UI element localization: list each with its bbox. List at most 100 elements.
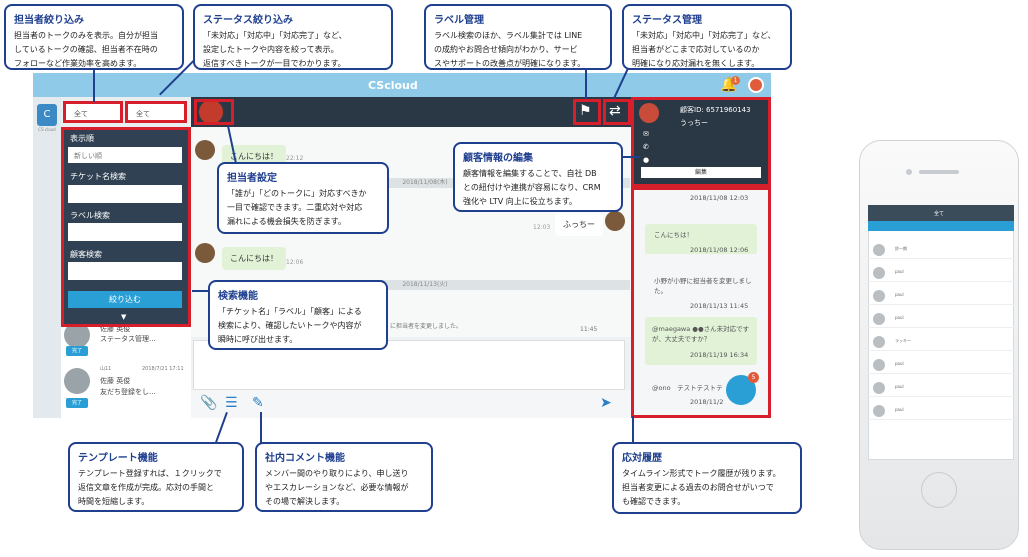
phone-row[interactable] bbox=[868, 288, 1014, 305]
phone-row-avatar bbox=[873, 359, 885, 371]
callout-body: 「チケット名」「ラベル」「顧客」による 検索により、確認したいトークや内容が 瞬… bbox=[218, 307, 362, 344]
phone-row-name: paul bbox=[895, 384, 904, 389]
callout-title: ステータス絞り込み bbox=[203, 15, 293, 26]
callout-search-func: 検索機能 「チケット名」「ラベル」「顧客」による 検索により、確認したいトークや… bbox=[208, 280, 388, 350]
callout-body: 担当者のトークのみを表示。自分が担当 しているトークの確認、担当者不在時の フォ… bbox=[14, 31, 158, 68]
attach-icon[interactable]: 📎 bbox=[200, 395, 217, 411]
phone-camera bbox=[906, 169, 912, 175]
callout-status-mgmt: ステータス管理 「未対応」「対応中」「対応完了」など、 担当者がどこまで応対して… bbox=[622, 4, 792, 70]
phone-row-name: 鈴一朗 bbox=[895, 246, 907, 251]
customer-avatar bbox=[639, 103, 659, 123]
history-text: 小野が小野に担当者を変更しました。 bbox=[654, 277, 752, 296]
history-text: こんにちは！ bbox=[654, 231, 693, 239]
phone-row[interactable] bbox=[868, 265, 1014, 282]
phone-row-name: paul bbox=[895, 407, 904, 412]
assignee-highlight bbox=[194, 99, 234, 125]
callout-title: ステータス管理 bbox=[632, 15, 702, 26]
assignee-filter-select[interactable]: 全て bbox=[63, 101, 123, 123]
callout-tail bbox=[622, 156, 640, 158]
customer-search-input[interactable] bbox=[68, 262, 182, 280]
phone-row[interactable] bbox=[868, 311, 1014, 328]
ticket-status-badge[interactable]: 完了 bbox=[66, 346, 88, 356]
ticket-status-badge[interactable]: 完了 bbox=[66, 398, 88, 408]
ticket-name: 佐藤 英俊 bbox=[100, 377, 131, 385]
phone-row-avatar bbox=[873, 267, 885, 279]
nav-logo-icon[interactable]: C bbox=[37, 104, 57, 126]
phone-row[interactable] bbox=[868, 403, 1014, 420]
history-time: 2018/11/2 bbox=[690, 398, 724, 406]
phone-row-name: paul bbox=[895, 315, 904, 320]
phone-row-avatar bbox=[873, 244, 885, 256]
customer-id: 顧客ID: 6571960143 bbox=[680, 106, 751, 114]
callout-customer-edit: 顧客情報の編集 顧客情報を編集することで、自社 DB との紐付けや連携が容易にな… bbox=[453, 142, 623, 212]
filter-submit-button[interactable]: 絞り込む bbox=[68, 291, 182, 308]
customer-name: うっちー bbox=[680, 119, 708, 127]
system-message-time: 11:45 bbox=[580, 326, 598, 333]
phone-home-button[interactable] bbox=[921, 472, 957, 508]
callout-comment-func: 社内コメント機能 メンバー間のやり取りにより、申し送り やエスカレーションなど、… bbox=[255, 442, 433, 512]
callout-body: 「未対応」「対応中」「対応完了」など、 設定したトークや内容を絞って表示。 返信… bbox=[203, 31, 347, 68]
callout-body: ラベル検索のほか、ラベル集計では LINE の成約やお問合せ傾向がわかり、サービ… bbox=[434, 31, 586, 68]
collapse-caret-icon[interactable]: ▼ bbox=[121, 313, 126, 321]
message-time: 12:03 bbox=[533, 224, 551, 231]
phone-row-avatar bbox=[873, 313, 885, 325]
message-avatar bbox=[195, 140, 215, 160]
side-nav bbox=[33, 97, 61, 418]
callout-tail bbox=[585, 70, 587, 99]
tag-icon[interactable]: ⚑ bbox=[579, 103, 592, 119]
send-icon[interactable]: ➤ bbox=[600, 395, 612, 411]
phone-tabs bbox=[868, 221, 1014, 231]
message-time: 12:06 bbox=[286, 259, 304, 266]
callout-title: 応対履歴 bbox=[622, 453, 662, 464]
ticket-search-input[interactable] bbox=[68, 185, 182, 203]
callout-title: 社内コメント機能 bbox=[265, 453, 345, 464]
ticket-date: 2018/7/21 17:11 bbox=[142, 366, 184, 372]
phone-row[interactable] bbox=[868, 242, 1014, 259]
callout-label-mgmt: ラベル管理 ラベル検索のほか、ラベル集計では LINE の成約やお問合せ傾向がわ… bbox=[424, 4, 612, 70]
history-text: @maegawa ●●さん未対応ですが、大丈夫ですか？ bbox=[652, 325, 750, 344]
app-logo: CScloud bbox=[368, 79, 418, 92]
status-filter-select[interactable]: 全て bbox=[125, 101, 187, 123]
phone-row-avatar bbox=[873, 336, 885, 348]
phone-header-filter[interactable]: 全て bbox=[934, 210, 944, 217]
callout-title: 担当者設定 bbox=[227, 173, 277, 184]
callout-title: 担当者絞り込み bbox=[14, 15, 84, 26]
callout-tail bbox=[93, 70, 95, 102]
user-avatar[interactable] bbox=[748, 77, 764, 93]
history-time: 2018/11/08 12:06 bbox=[690, 246, 749, 254]
callout-history-func: 応対履歴 タイムライン形式でトーク履歴が残ります。 担当者変更による過去のお問合… bbox=[612, 442, 802, 514]
message-avatar bbox=[195, 243, 215, 263]
phone-row[interactable] bbox=[868, 380, 1014, 397]
history-time: 2018/11/13 11:45 bbox=[690, 302, 749, 310]
phone-row-avatar bbox=[873, 405, 885, 417]
message-bubble: こんにちは！ bbox=[222, 247, 286, 270]
callout-title: 顧客情報の編集 bbox=[463, 153, 533, 164]
phone-row[interactable] bbox=[868, 334, 1014, 351]
label-search-input[interactable] bbox=[68, 223, 182, 241]
callout-status-filter: ステータス絞り込み 「未対応」「対応中」「対応完了」など、 設定したトークや内容… bbox=[193, 4, 393, 70]
mail-icon: ✉ bbox=[643, 130, 649, 138]
callout-title: ラベル管理 bbox=[434, 15, 484, 26]
sort-select[interactable]: 新しい順 bbox=[68, 147, 182, 163]
template-icon[interactable]: ☰ bbox=[225, 395, 238, 411]
sort-label: 表示順 bbox=[70, 134, 94, 143]
phone-row-name: paul bbox=[895, 269, 904, 274]
history-time: 2018/11/19 16:34 bbox=[690, 351, 749, 359]
phone-row[interactable] bbox=[868, 357, 1014, 374]
edit-customer-button[interactable]: 編集 bbox=[641, 167, 761, 178]
comment-icon[interactable]: ✎ bbox=[252, 395, 264, 411]
history-text: @ono テストテストテ bbox=[652, 384, 723, 392]
callout-body: テンプレート登録すれば、１クリックで 返信文章を作成が完成。応対の手間と 時間を… bbox=[78, 469, 222, 506]
callout-body: 「未対応」「対応中」「対応完了」など、 担当者がどこまで応対しているのか 明確に… bbox=[632, 31, 776, 68]
phone-row-avatar bbox=[873, 290, 885, 302]
phone-row-name: ラッキー bbox=[895, 338, 911, 343]
message-bubble: ふっちー bbox=[555, 213, 603, 236]
callout-tail bbox=[260, 412, 262, 445]
ticket-avatar bbox=[64, 368, 90, 394]
callout-body: タイムライン形式でトーク履歴が残ります。 担当者変更による過去のお問合せがいつで… bbox=[622, 469, 781, 506]
callout-assignee-setting: 担当者設定 「誰が」「どのトークに」対応すべきか 一目で確認できます。二重応対や… bbox=[217, 162, 389, 234]
shuffle-icon[interactable]: ⇄ bbox=[609, 103, 621, 119]
chat-header bbox=[191, 97, 631, 127]
history-time: 2018/11/08 12:03 bbox=[690, 194, 749, 202]
ticket-preview: 友だち登録をし... bbox=[100, 388, 156, 396]
